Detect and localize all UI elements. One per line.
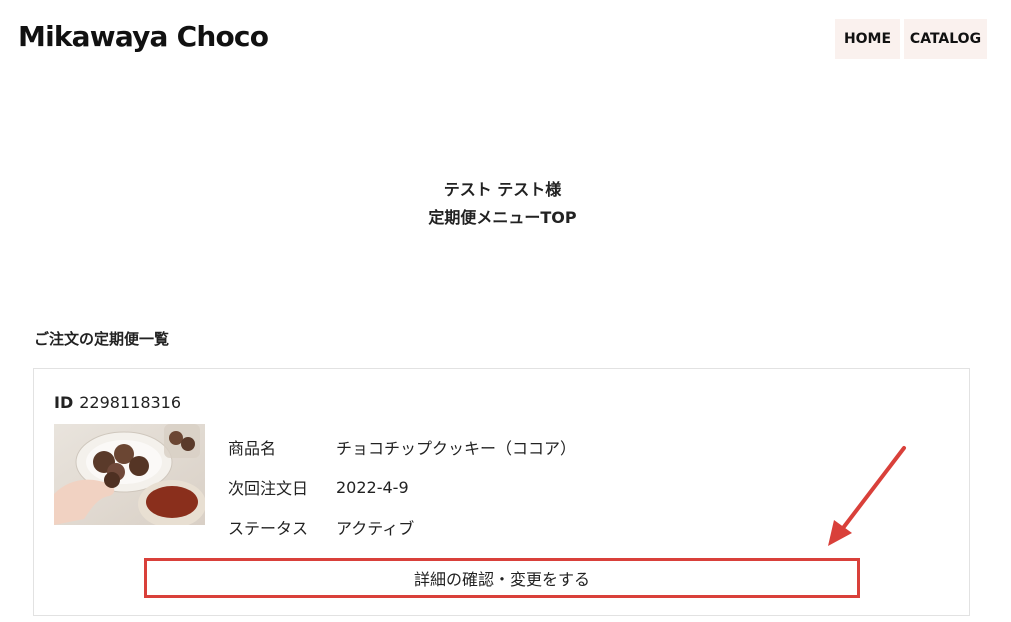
order-id: ID 2298118316	[54, 393, 181, 412]
section-heading: ご注文の定期便一覧	[34, 330, 170, 348]
order-id-label: ID	[54, 393, 74, 412]
status-value: アクティブ	[336, 519, 415, 538]
detail-row-product: 商品名 チョコチップクッキー（ココア）	[228, 427, 576, 467]
red-arrow-icon	[828, 446, 906, 546]
customer-name: テスト テスト様	[443, 180, 562, 199]
top-nav: HOME CATALOG	[835, 19, 987, 59]
nav-catalog[interactable]: CATALOG	[904, 19, 987, 59]
page: Mikawaya Choco HOME CATALOG テスト テスト様 定期便…	[0, 0, 1011, 622]
order-id-value: 2298118316	[79, 393, 182, 412]
next-order-date-label: 次回注文日	[228, 479, 309, 498]
product-photo-icon	[54, 424, 205, 525]
next-order-date-value: 2022-4-9	[336, 477, 409, 497]
page-title: テスト テスト様 定期便メニューTOP	[0, 176, 1005, 232]
menu-title: 定期便メニューTOP	[428, 208, 577, 227]
nav-home[interactable]: HOME	[835, 19, 900, 59]
detail-row-next-order: 次回注文日 2022-4-9	[228, 467, 576, 507]
product-name-label: 商品名	[228, 439, 277, 458]
detail-row-status: ステータス アクティブ	[228, 507, 576, 547]
order-details: 商品名 チョコチップクッキー（ココア） 次回注文日 2022-4-9 ステータス…	[228, 427, 576, 547]
product-name-value: チョコチップクッキー（ココア）	[336, 439, 577, 458]
view-edit-details-button[interactable]: 詳細の確認・変更をする	[144, 558, 860, 598]
site-logo[interactable]: Mikawaya Choco	[18, 20, 269, 53]
status-label: ステータス	[228, 519, 309, 538]
